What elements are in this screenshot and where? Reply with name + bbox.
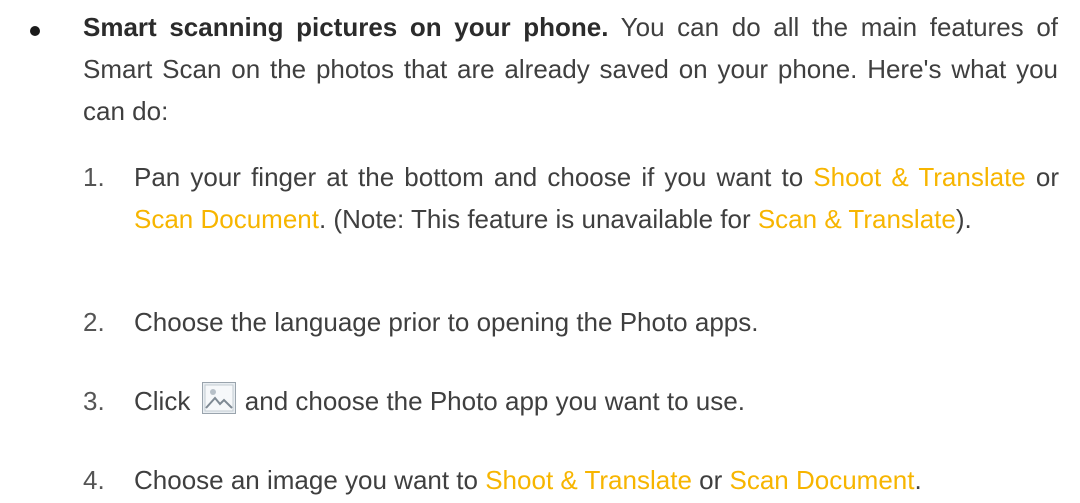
step-text-part: ). xyxy=(955,204,972,234)
highlight-term: Scan & Translate xyxy=(757,204,956,234)
step-text: Pan your finger at the bottom and choose… xyxy=(134,156,1059,240)
highlight-term: Shoot & Translate xyxy=(813,162,1026,192)
bullet-lead-text: Smart scanning pictures on your phone. xyxy=(83,12,609,42)
step-number: 1. xyxy=(83,162,105,192)
step-text-part: Choose an image you want to xyxy=(134,465,486,495)
bullet-paragraph: Smart scanning pictures on your phone. Y… xyxy=(83,6,1058,132)
highlight-term: Scan Document xyxy=(134,204,319,234)
step-text-part: or xyxy=(1025,162,1059,192)
highlight-term: Scan Document xyxy=(729,465,915,495)
step-text-part: or xyxy=(691,465,730,495)
step-number: 3. xyxy=(83,386,105,416)
bullet-dot xyxy=(30,26,40,36)
step-text: Choose an image you want to Shoot & Tran… xyxy=(134,459,1059,501)
highlight-term: Shoot & Translate xyxy=(485,465,692,495)
step-text-part: . xyxy=(914,465,922,495)
step-text-part: . (Note: This feature is unavailable for xyxy=(318,204,758,234)
step-text-part: and choose the Photo app you want to use… xyxy=(237,386,745,416)
step-number: 2. xyxy=(83,307,105,337)
step-text: Click and choose the Photo app you want … xyxy=(134,380,1059,422)
step-number: 4. xyxy=(83,465,105,495)
step-text-part: Click xyxy=(134,386,198,416)
step-text-part: Pan your finger at the bottom and choose… xyxy=(134,162,814,192)
step-text: Choose the language prior to opening the… xyxy=(134,307,759,337)
photo-gallery-icon xyxy=(201,382,236,414)
